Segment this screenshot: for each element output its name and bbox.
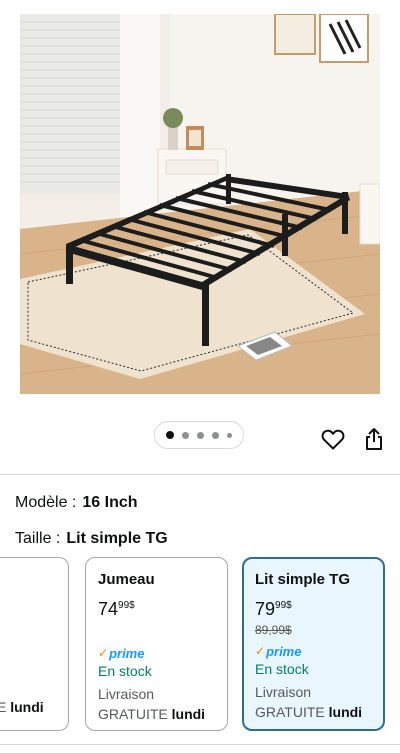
bed-frame-photo xyxy=(20,14,380,394)
option-price: 7999$ xyxy=(255,599,292,619)
section-divider xyxy=(0,474,400,475)
size-label: Taille : xyxy=(15,530,61,547)
stock-status: En stock xyxy=(255,661,309,677)
product-image[interactable] xyxy=(20,14,380,394)
size-value: Lit simple TG xyxy=(66,530,168,547)
carousel-dot-2[interactable] xyxy=(182,431,189,439)
image-carousel-indicator[interactable] xyxy=(154,421,244,449)
size-row: Taille : Lit simple TG xyxy=(15,530,168,548)
delivery-info: Livraison GRATUITE lundi xyxy=(255,684,363,720)
carousel-dot-5[interactable] xyxy=(227,432,232,438)
delivery-info: Livraison GRATUITE lundi xyxy=(98,686,206,722)
share-icon[interactable] xyxy=(361,426,387,452)
carousel-dot-4[interactable] xyxy=(212,431,219,439)
model-row: Modèle : 16 Inch xyxy=(15,494,138,512)
old-price: 89,99$ xyxy=(255,623,292,637)
model-label: Modèle : xyxy=(15,494,77,511)
carousel-dot-3[interactable] xyxy=(197,431,204,439)
option-title: Lit simple TG xyxy=(255,571,351,588)
option-price: 7499$ xyxy=(98,599,135,619)
prime-check-icon: ✓ xyxy=(255,644,266,658)
bottom-divider xyxy=(0,744,400,745)
prime-badge: ✓ prime xyxy=(98,645,145,661)
stock-status: En stock xyxy=(98,663,152,679)
delivery-text: E lundi xyxy=(0,699,44,715)
prime-badge: ✓ prime xyxy=(255,643,302,659)
size-options: E lundi Jumeau 7499$ ✓ prime En stock Liv… xyxy=(0,557,400,731)
product-page: Modèle : 16 Inch Taille : Lit simple TG E … xyxy=(0,0,400,753)
model-value: 16 Inch xyxy=(82,494,138,511)
heart-icon[interactable] xyxy=(320,426,346,452)
prime-check-icon: ✓ xyxy=(98,646,109,660)
carousel-dot-1[interactable] xyxy=(166,431,174,439)
size-option-card[interactable]: E lundi xyxy=(0,557,69,731)
size-option-card[interactable]: Jumeau 7499$ ✓ prime En stock Livraison G… xyxy=(85,557,228,731)
old-price-placeholder xyxy=(98,623,227,639)
option-title: Jumeau xyxy=(98,571,155,588)
size-option-card-selected[interactable]: Lit simple TG 7999$ 89,99$ ✓ prime En sto… xyxy=(242,557,385,731)
